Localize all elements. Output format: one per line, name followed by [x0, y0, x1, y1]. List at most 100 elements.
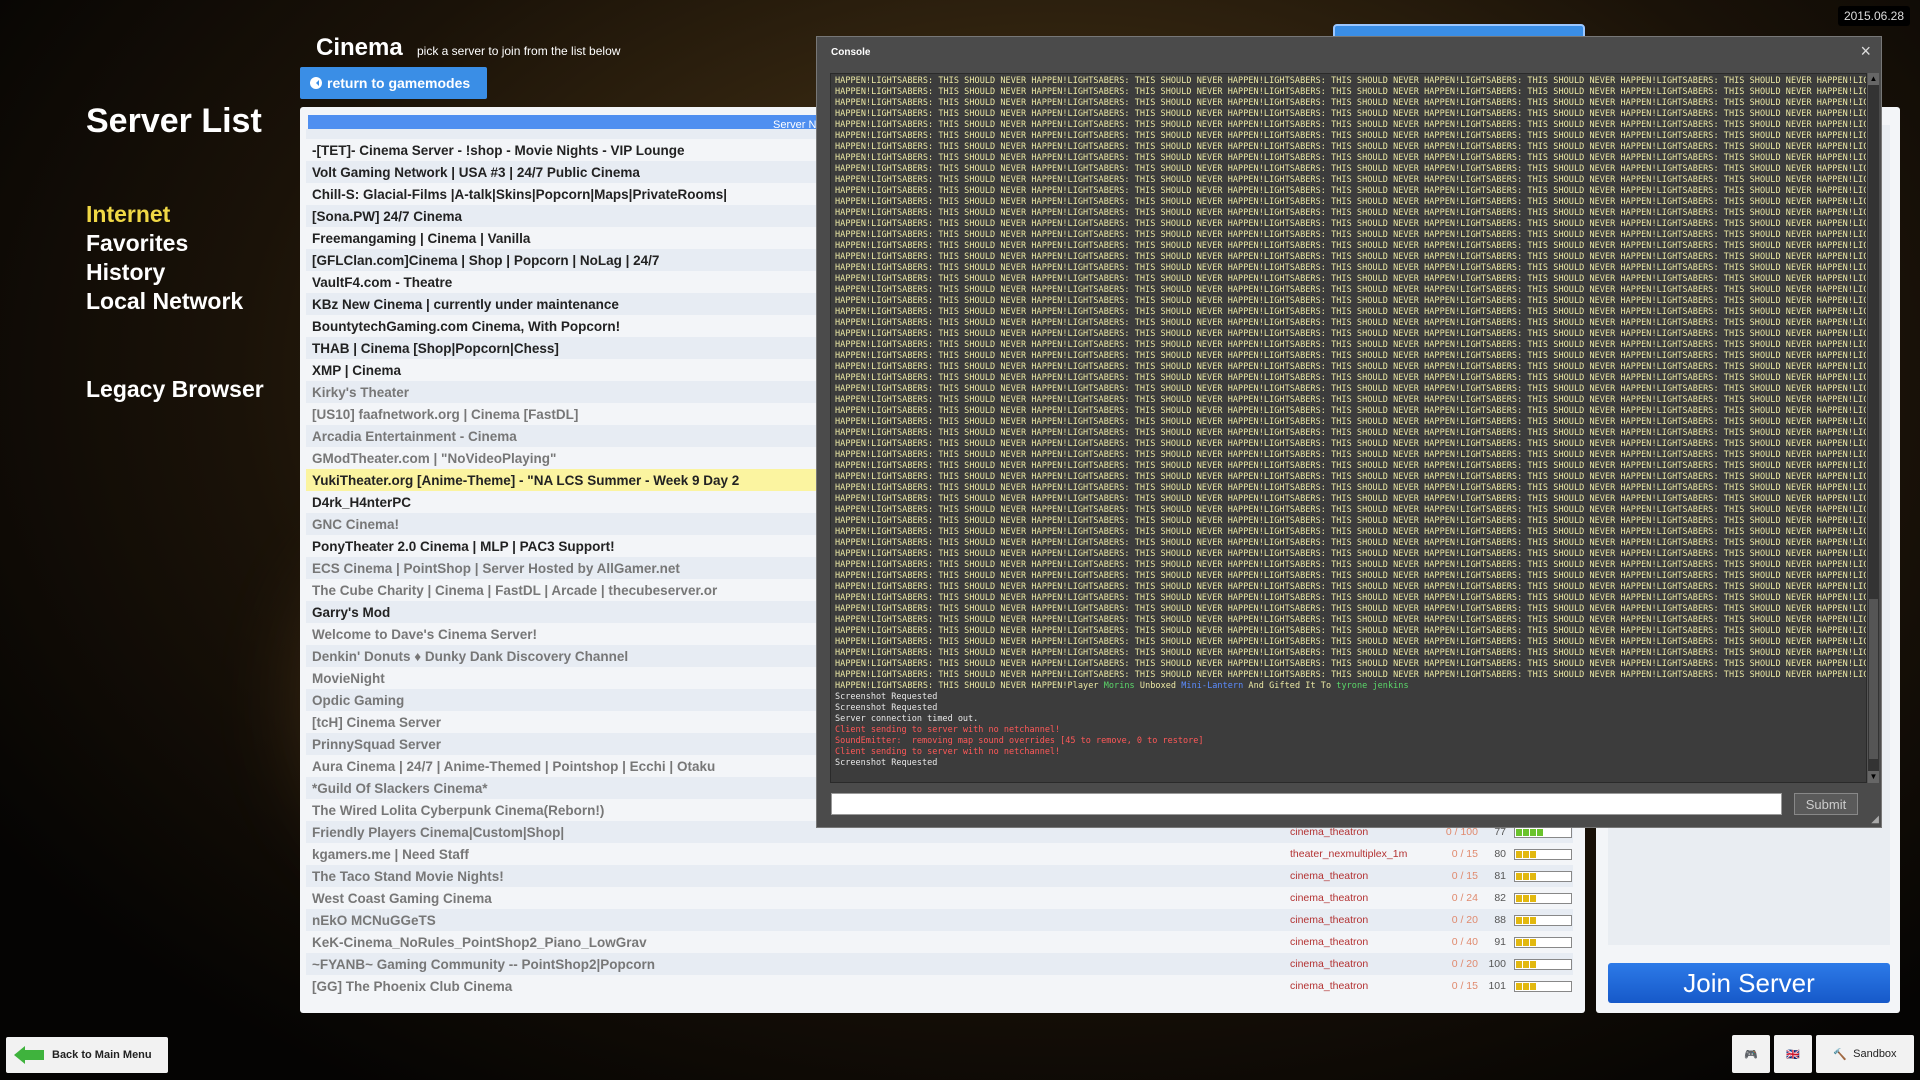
console-line: HAPPEN!LIGHTSABERS: THIS SHOULD NEVER HA… — [835, 681, 1862, 692]
server-name: KeK-Cinema_NoRules_PointShop2_Piano_LowG… — [312, 934, 647, 950]
bottom-right-toolbar: 🎮 🇬🇧 🔨 Sandbox — [1732, 1035, 1914, 1073]
server-ping: 91 — [1494, 936, 1506, 948]
server-name: ~FYANB~ Gaming Community -- PointShop2|P… — [312, 956, 656, 972]
server-ping: 100 — [1488, 958, 1506, 970]
ping-bar — [1514, 871, 1572, 882]
ping-bar-segment — [1516, 917, 1522, 924]
date-stamp: 2015.06.28 — [1837, 6, 1910, 26]
server-players: 0 / 15 — [1451, 870, 1478, 882]
console-line: HAPPEN!LIGHTSABERS: THIS SHOULD NEVER HA… — [835, 472, 1866, 482]
back-arrow-icon — [310, 77, 322, 89]
console-line: HAPPEN!LIGHTSABERS: THIS SHOULD NEVER HA… — [835, 494, 1866, 504]
console-line: HAPPEN!LIGHTSABERS: THIS SHOULD NEVER HA… — [835, 252, 1866, 262]
back-label: Back to Main Menu — [52, 1049, 152, 1061]
server-players: 0 / 40 — [1451, 936, 1478, 948]
nav-favorites[interactable]: Favorites — [86, 229, 243, 258]
ping-bar — [1514, 981, 1572, 992]
server-name: West Coast Gaming Cinema — [312, 890, 492, 906]
table-row[interactable]: [GG] The Phoenix Club Cinema cinema_theat… — [306, 975, 1573, 997]
ping-bar-segment — [1530, 895, 1536, 902]
ping-bar-segment — [1523, 939, 1529, 946]
console-line: HAPPEN!LIGHTSABERS: THIS SHOULD NEVER HA… — [835, 307, 1866, 317]
console-line: Server connection timed out. — [835, 714, 979, 724]
server-players: 0 / 20 — [1451, 914, 1478, 926]
console-line: Client sending to server with no netchan… — [835, 747, 1061, 757]
console-line: HAPPEN!LIGHTSABERS: THIS SHOULD NEVER HA… — [835, 406, 1866, 416]
return-to-gamemodes-button[interactable]: return to gamemodes — [300, 67, 487, 99]
table-row[interactable]: kgamers.me | Need Staff theater_nexmultip… — [306, 843, 1573, 865]
console-scrollbar[interactable]: ▲ ▼ — [1867, 73, 1879, 783]
join-server-button[interactable]: Join Server — [1608, 963, 1890, 1003]
console-line: HAPPEN!LIGHTSABERS: THIS SHOULD NEVER HA… — [835, 626, 1866, 636]
gamemode-select-button[interactable]: 🔨 Sandbox — [1816, 1035, 1914, 1073]
ping-bar-segment — [1530, 961, 1536, 968]
console-input[interactable] — [831, 793, 1782, 815]
console-line: HAPPEN!LIGHTSABERS: THIS SHOULD NEVER HA… — [835, 296, 1866, 306]
scroll-down-icon[interactable]: ▼ — [1868, 771, 1879, 783]
table-row[interactable]: nEkO MCNuGGeTS cinema_theatron 0 / 20 88 — [306, 909, 1573, 931]
console-line: HAPPEN!LIGHTSABERS: THIS SHOULD NEVER HA… — [835, 109, 1866, 119]
console-line: HAPPEN!LIGHTSABERS: THIS SHOULD NEVER HA… — [835, 175, 1866, 185]
console-line: HAPPEN!LIGHTSABERS: THIS SHOULD NEVER HA… — [835, 329, 1866, 339]
console-line: HAPPEN!LIGHTSABERS: THIS SHOULD NEVER HA… — [835, 428, 1866, 438]
console-line: HAPPEN!LIGHTSABERS: THIS SHOULD NEVER HA… — [835, 263, 1866, 273]
console-line: HAPPEN!LIGHTSABERS: THIS SHOULD NEVER HA… — [835, 505, 1866, 515]
console-line: HAPPEN!LIGHTSABERS: THIS SHOULD NEVER HA… — [835, 582, 1866, 592]
ping-bar-segment — [1516, 829, 1522, 836]
nav-history[interactable]: History — [86, 258, 243, 287]
console-line: HAPPEN!LIGHTSABERS: THIS SHOULD NEVER HA… — [835, 197, 1866, 207]
ping-bar-segment — [1516, 939, 1522, 946]
console-line: HAPPEN!LIGHTSABERS: THIS SHOULD NEVER HA… — [835, 131, 1866, 141]
ping-bar-segment — [1530, 829, 1536, 836]
console-line: HAPPEN!LIGHTSABERS: THIS SHOULD NEVER HA… — [835, 604, 1866, 614]
ping-bar-segment — [1523, 917, 1529, 924]
table-row[interactable]: ~FYANB~ Gaming Community -- PointShop2|P… — [306, 953, 1573, 975]
console-line: HAPPEN!LIGHTSABERS: THIS SHOULD NEVER HA… — [835, 659, 1866, 669]
ping-bar-segment — [1516, 873, 1522, 880]
console-line: HAPPEN!LIGHTSABERS: THIS SHOULD NEVER HA… — [835, 120, 1866, 130]
server-players: 0 / 24 — [1451, 892, 1478, 904]
console-line: Screenshot Requested — [835, 692, 938, 702]
console-submit-button[interactable]: Submit — [1794, 793, 1858, 815]
controller-icon[interactable]: 🎮 — [1732, 1035, 1770, 1073]
gamemode-title: Cinema — [316, 34, 403, 61]
table-row[interactable]: West Coast Gaming Cinema cinema_theatron 0… — [306, 887, 1573, 909]
console-line: HAPPEN!LIGHTSABERS: THIS SHOULD NEVER HA… — [835, 549, 1866, 559]
console-line: Screenshot Requested — [835, 703, 938, 713]
table-row[interactable]: The Taco Stand Movie Nights! cinema_theat… — [306, 865, 1573, 887]
console-line: HAPPEN!LIGHTSABERS: THIS SHOULD NEVER HA… — [835, 637, 1866, 647]
console-line: Screenshot Requested — [835, 758, 938, 768]
nav-local-network[interactable]: Local Network — [86, 287, 243, 316]
server-name: kgamers.me | Need Staff — [312, 846, 469, 862]
scroll-thumb[interactable] — [1869, 599, 1878, 759]
language-flag-icon[interactable]: 🇬🇧 — [1774, 1035, 1812, 1073]
console-line: HAPPEN!LIGHTSABERS: THIS SHOULD NEVER HA… — [835, 208, 1866, 218]
back-to-main-menu-button[interactable]: Back to Main Menu — [6, 1037, 168, 1073]
ping-bar-segment — [1523, 961, 1529, 968]
console-line: HAPPEN!LIGHTSABERS: THIS SHOULD NEVER HA… — [835, 164, 1866, 174]
scroll-up-icon[interactable]: ▲ — [1868, 73, 1879, 85]
server-name: The Taco Stand Movie Nights! — [312, 868, 504, 884]
resize-grip-icon[interactable]: ◢ — [1871, 814, 1879, 825]
close-icon[interactable]: × — [1860, 41, 1871, 62]
gamemode-subtitle: pick a server to join from the list belo… — [417, 44, 621, 58]
server-players: 0 / 15 — [1451, 848, 1478, 860]
ping-bar-segment — [1523, 851, 1529, 858]
table-row[interactable]: KeK-Cinema_NoRules_PointShop2_Piano_LowG… — [306, 931, 1573, 953]
console-line: HAPPEN!LIGHTSABERS: THIS SHOULD NEVER HA… — [835, 417, 1866, 427]
console-line: HAPPEN!LIGHTSABERS: THIS SHOULD NEVER HA… — [835, 285, 1866, 295]
console-fragment: Unboxed — [1134, 681, 1182, 691]
console-fragment: tyrone jenkins — [1336, 681, 1409, 691]
gamemode-label: Sandbox — [1853, 1048, 1897, 1060]
ping-bar-segment — [1523, 873, 1529, 880]
server-map: cinema_theatron — [1290, 870, 1369, 882]
ping-bar-segment — [1530, 873, 1536, 880]
console-line: HAPPEN!LIGHTSABERS: THIS SHOULD NEVER HA… — [835, 384, 1866, 394]
nav-internet[interactable]: Internet — [86, 200, 243, 229]
console-output: HAPPEN!LIGHTSABERS: THIS SHOULD NEVER HA… — [830, 73, 1867, 783]
console-line: HAPPEN!LIGHTSABERS: THIS SHOULD NEVER HA… — [835, 142, 1866, 152]
console-title: Console — [831, 47, 871, 58]
legacy-browser-link[interactable]: Legacy Browser — [86, 376, 264, 403]
console-line: SoundEmitter: removing map sound overrid… — [835, 736, 1204, 746]
console-line: HAPPEN!LIGHTSABERS: THIS SHOULD NEVER HA… — [835, 219, 1866, 229]
